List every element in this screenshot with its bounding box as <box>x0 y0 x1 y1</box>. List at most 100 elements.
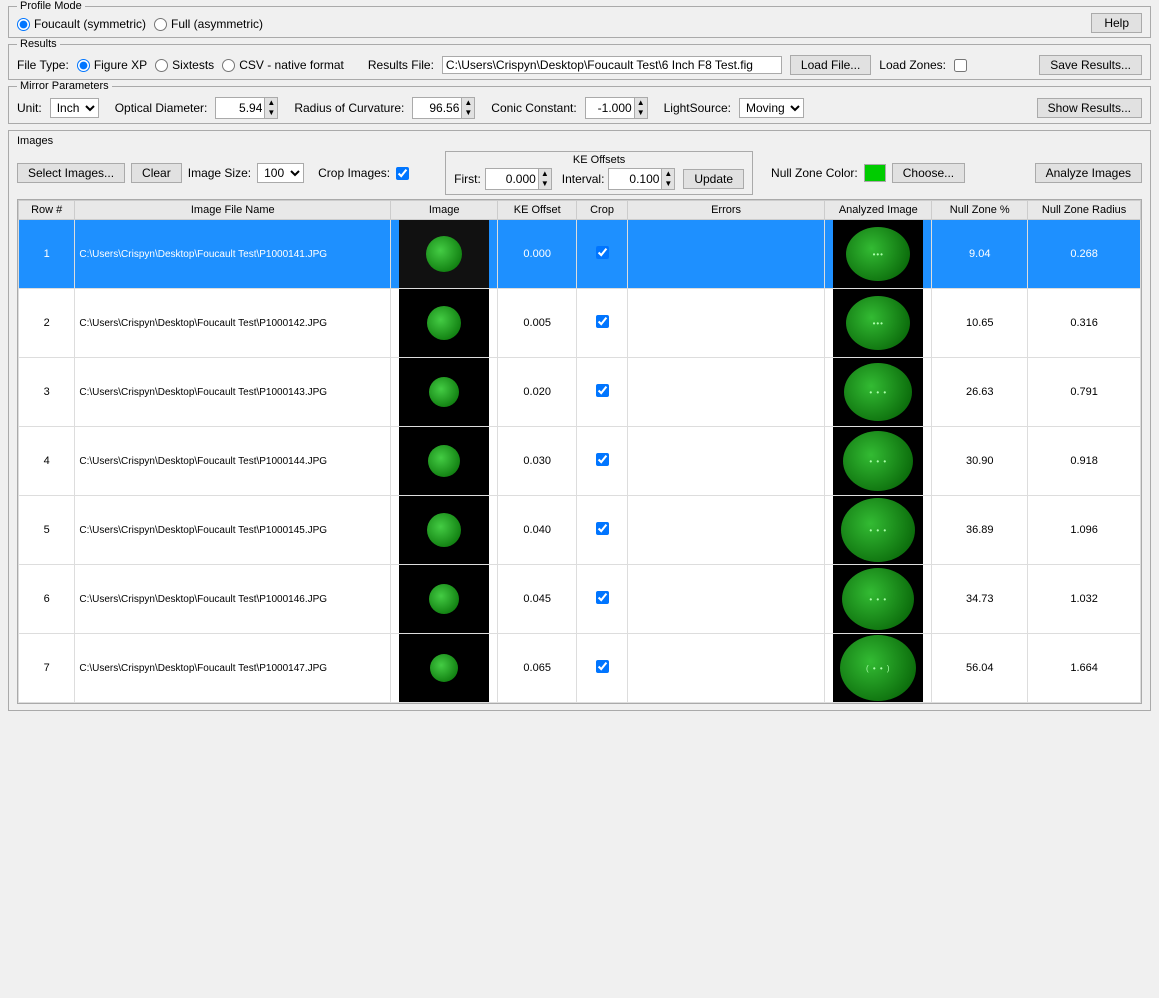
update-button[interactable]: Update <box>683 169 744 189</box>
table-row[interactable]: 1 C:\Users\Crispyn\Desktop\Foucault Test… <box>19 220 1141 289</box>
choose-button[interactable]: Choose... <box>892 163 965 183</box>
interval-up[interactable]: ▲ <box>661 169 674 179</box>
select-images-button[interactable]: Select Images... <box>17 163 125 183</box>
cell-crop[interactable] <box>577 565 628 634</box>
cell-analyzed: ••• <box>825 220 932 289</box>
results-file-input[interactable] <box>442 56 782 74</box>
cell-analyzed: ( • • ) <box>825 634 932 703</box>
radius-down[interactable]: ▼ <box>461 108 474 118</box>
sixtests-label: Sixtests <box>172 58 214 72</box>
crop-checkbox[interactable] <box>596 384 609 397</box>
cell-row-num: 1 <box>19 220 75 289</box>
load-file-button[interactable]: Load File... <box>790 55 871 75</box>
cell-ke-offset: 0.020 <box>498 358 577 427</box>
table-row[interactable]: 3 C:\Users\Crispyn\Desktop\Foucault Test… <box>19 358 1141 427</box>
cell-errors <box>627 427 824 496</box>
cell-null-zone-pct: 56.04 <box>932 634 1028 703</box>
results-file-label: Results File: <box>368 58 434 72</box>
profile-mode-label: Profile Mode <box>17 0 85 12</box>
interval-down[interactable]: ▼ <box>661 179 674 189</box>
conic-input[interactable] <box>586 100 634 116</box>
csv-radio[interactable] <box>222 59 235 72</box>
analyze-images-button[interactable]: Analyze Images <box>1035 163 1142 183</box>
optical-diameter-up[interactable]: ▲ <box>264 98 277 108</box>
conic-down[interactable]: ▼ <box>634 108 647 118</box>
optical-diameter-down[interactable]: ▼ <box>264 108 277 118</box>
cell-ke-offset: 0.045 <box>498 565 577 634</box>
crop-images-checkbox[interactable] <box>396 167 409 180</box>
sixtests-radio[interactable] <box>155 59 168 72</box>
crop-checkbox[interactable] <box>596 246 609 259</box>
table-row[interactable]: 5 C:\Users\Crispyn\Desktop\Foucault Test… <box>19 496 1141 565</box>
full-radio[interactable] <box>154 18 167 31</box>
interval-spinner: ▲ ▼ <box>608 168 675 190</box>
cell-ke-offset: 0.030 <box>498 427 577 496</box>
table-row[interactable]: 2 C:\Users\Crispyn\Desktop\Foucault Test… <box>19 289 1141 358</box>
file-type-label: File Type: <box>17 58 69 72</box>
image-size-select[interactable]: 100 75 50 <box>257 163 304 183</box>
light-source-label: LightSource: <box>664 101 731 115</box>
first-down[interactable]: ▼ <box>538 179 551 189</box>
cell-analyzed: • • • <box>825 358 932 427</box>
col-header-image: Image <box>391 201 498 220</box>
light-source-select[interactable]: Moving Fixed <box>739 98 804 118</box>
interval-input[interactable] <box>609 171 661 187</box>
show-results-button[interactable]: Show Results... <box>1037 98 1142 118</box>
cell-crop[interactable] <box>577 358 628 427</box>
figure-xp-radio[interactable] <box>77 59 90 72</box>
first-input[interactable] <box>486 171 538 187</box>
cell-image <box>391 289 498 358</box>
cell-null-zone-pct: 36.89 <box>932 496 1028 565</box>
clear-button[interactable]: Clear <box>131 163 182 183</box>
table-row[interactable]: 7 C:\Users\Crispyn\Desktop\Foucault Test… <box>19 634 1141 703</box>
optical-diameter-input[interactable] <box>216 100 264 116</box>
cell-errors <box>627 358 824 427</box>
col-header-analyzed: Analyzed Image <box>825 201 932 220</box>
results-label: Results <box>17 38 60 50</box>
radius-input[interactable] <box>413 100 461 116</box>
cell-null-zone-radius: 1.032 <box>1028 565 1141 634</box>
conic-up[interactable]: ▲ <box>634 98 647 108</box>
save-results-button[interactable]: Save Results... <box>1039 55 1142 75</box>
col-header-nzpct: Null Zone % <box>932 201 1028 220</box>
cell-null-zone-pct: 9.04 <box>932 220 1028 289</box>
cell-image <box>391 427 498 496</box>
table-row[interactable]: 6 C:\Users\Crispyn\Desktop\Foucault Test… <box>19 565 1141 634</box>
cell-crop[interactable] <box>577 289 628 358</box>
cell-image <box>391 220 498 289</box>
csv-label: CSV - native format <box>239 58 344 72</box>
first-up[interactable]: ▲ <box>538 169 551 179</box>
figure-xp-group: Figure XP <box>77 58 147 72</box>
crop-checkbox[interactable] <box>596 315 609 328</box>
cell-null-zone-radius: 0.918 <box>1028 427 1141 496</box>
help-button[interactable]: Help <box>1091 13 1142 33</box>
cell-crop[interactable] <box>577 634 628 703</box>
crop-checkbox[interactable] <box>596 453 609 466</box>
images-toolbar: Select Images... Clear Image Size: 100 7… <box>17 151 1142 195</box>
crop-checkbox[interactable] <box>596 660 609 673</box>
cell-crop[interactable] <box>577 427 628 496</box>
cell-image <box>391 496 498 565</box>
first-spinner: ▲ ▼ <box>485 168 552 190</box>
col-header-crop: Crop <box>577 201 628 220</box>
ke-offsets-title: KE Offsets <box>454 154 744 166</box>
foucault-radio[interactable] <box>17 18 30 31</box>
cell-crop[interactable] <box>577 496 628 565</box>
table-row[interactable]: 4 C:\Users\Crispyn\Desktop\Foucault Test… <box>19 427 1141 496</box>
csv-group: CSV - native format <box>222 58 344 72</box>
cell-row-num: 5 <box>19 496 75 565</box>
unit-label: Unit: <box>17 101 42 115</box>
cell-filename: C:\Users\Crispyn\Desktop\Foucault Test\P… <box>75 634 391 703</box>
cell-crop[interactable] <box>577 220 628 289</box>
crop-checkbox[interactable] <box>596 591 609 604</box>
cell-row-num: 3 <box>19 358 75 427</box>
mirror-params-section: Mirror Parameters Unit: Inch mm Optical … <box>8 86 1151 124</box>
cell-filename: C:\Users\Crispyn\Desktop\Foucault Test\P… <box>75 220 391 289</box>
crop-checkbox[interactable] <box>596 522 609 535</box>
load-zones-checkbox[interactable] <box>954 59 967 72</box>
radius-up[interactable]: ▲ <box>461 98 474 108</box>
unit-select[interactable]: Inch mm <box>50 98 99 118</box>
images-table: Row # Image File Name Image KE Offset Cr… <box>18 200 1141 703</box>
full-radio-group: Full (asymmetric) <box>154 17 263 31</box>
cell-errors <box>627 496 824 565</box>
